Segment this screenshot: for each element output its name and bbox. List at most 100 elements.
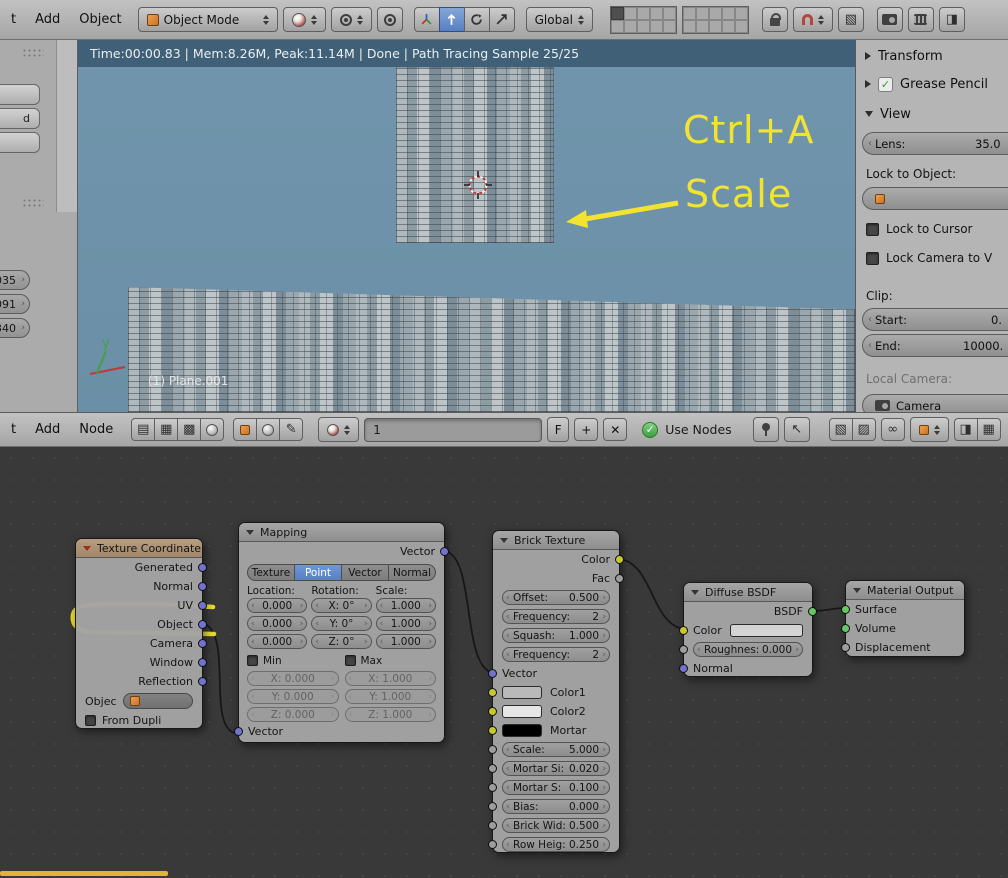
socket-row-height-in[interactable]: [488, 840, 497, 849]
parent-tree-button[interactable]: ↖: [783, 417, 810, 442]
socket-object[interactable]: [198, 620, 207, 629]
layer-toggle[interactable]: [682, 19, 696, 33]
lock-to-cursor-option[interactable]: Lock to Cursor: [866, 222, 972, 236]
socket-brick-width-in[interactable]: [488, 821, 497, 830]
layer-toggle[interactable]: [721, 19, 735, 33]
tree-type-button[interactable]: ▤: [131, 418, 156, 441]
socket-displacement-in[interactable]: [841, 643, 850, 652]
socket-mortar-smooth-in[interactable]: [488, 783, 497, 792]
rotation-z-field[interactable]: Z: 0°: [311, 634, 372, 649]
rotation-x-field[interactable]: X: 0°: [311, 598, 372, 613]
socket-camera[interactable]: [198, 639, 207, 648]
socket-brick-fac-out[interactable]: [615, 574, 624, 583]
socket-diffuse-color-in[interactable]: [679, 626, 688, 635]
panel-section-transform[interactable]: Transform: [856, 44, 1008, 68]
node-texture-coordinate[interactable]: Texture Coordinate Generated Normal UV O…: [75, 538, 207, 729]
header-icon-button[interactable]: ◨: [953, 418, 978, 441]
node-header-diffuse-bsdf[interactable]: Diffuse BSDF: [684, 583, 812, 602]
layer-toggle[interactable]: [662, 6, 676, 20]
node-brick-texture[interactable]: Brick Texture Color Fac Offset: 0.500 Fre…: [488, 530, 624, 853]
shelf-button[interactable]: d: [0, 108, 40, 129]
min-checkbox[interactable]: [247, 655, 258, 666]
node-diffuse-bsdf[interactable]: Diffuse BSDF BSDF Color Roughnes: 0.000 …: [679, 582, 817, 677]
tree-type-button[interactable]: ▦: [154, 418, 179, 441]
squash-field[interactable]: Squash: 1.000: [502, 628, 610, 643]
max-z-field[interactable]: Z: 1.000: [344, 707, 436, 722]
local-camera-selector[interactable]: Camera: [862, 394, 1008, 412]
node-mapping[interactable]: Mapping Vector Texture Point Vector Norm…: [234, 522, 449, 743]
use-nodes-checkbox[interactable]: [642, 421, 659, 438]
menu-object[interactable]: Object: [72, 12, 128, 27]
max-x-field[interactable]: X: 1.000: [344, 671, 436, 686]
snap-dropdown[interactable]: [792, 7, 833, 32]
orientation-dropdown[interactable]: Global: [525, 7, 593, 32]
mode-dropdown[interactable]: Object Mode: [137, 7, 278, 32]
node-material-output[interactable]: Material Output Surface Volume Displacem…: [841, 580, 965, 657]
lock-object-selector[interactable]: [862, 187, 1008, 210]
squash-frequency-field[interactable]: Frequency: 2: [502, 647, 610, 662]
socket-brick-vector-in[interactable]: [488, 669, 497, 678]
socket-color1-in[interactable]: [488, 688, 497, 697]
offset-field[interactable]: Offset: 0.500: [502, 590, 610, 605]
socket-mapping-vector-out[interactable]: [440, 547, 449, 556]
rotation-y-field[interactable]: Y: 0°: [311, 616, 372, 631]
layer-toggle[interactable]: [734, 19, 748, 33]
menu-select-fragment[interactable]: t: [4, 12, 23, 27]
socket-generated[interactable]: [198, 563, 207, 572]
socket-reflection[interactable]: [198, 677, 207, 686]
socket-window[interactable]: [198, 658, 207, 667]
clip-end-field[interactable]: End: 10000.: [862, 334, 1008, 357]
layer-toggle[interactable]: [682, 6, 696, 20]
socket-color2-in[interactable]: [488, 707, 497, 716]
bias-field[interactable]: Bias: 0.000: [502, 799, 610, 814]
mortar-size-field[interactable]: Mortar Si:0.020: [502, 761, 610, 776]
shelf-number-field[interactable]: 340: [0, 318, 30, 338]
panel-section-view[interactable]: View: [856, 102, 1008, 126]
shader-type-world-button[interactable]: [256, 418, 281, 441]
scale-x-field[interactable]: 1.000: [375, 598, 436, 613]
render-still-button[interactable]: [876, 7, 903, 32]
node-header-mapping[interactable]: Mapping: [239, 523, 444, 542]
header-icon-button[interactable]: ▦: [976, 418, 1001, 441]
tree-type-button[interactable]: [200, 418, 225, 441]
layer-toggle[interactable]: [623, 6, 637, 20]
material-browse-dropdown[interactable]: [318, 417, 360, 442]
node-header-brick-texture[interactable]: Brick Texture: [493, 531, 619, 550]
pivot-align-button[interactable]: [376, 7, 403, 32]
menu-select-fragment[interactable]: t: [4, 422, 23, 437]
pivot-dropdown[interactable]: [330, 7, 372, 32]
row-height-field[interactable]: Row Heig:0.250: [502, 837, 610, 852]
socket-normal[interactable]: [198, 582, 207, 591]
layer-toggle[interactable]: [636, 19, 650, 33]
lock-to-cursor-checkbox[interactable]: [866, 222, 879, 236]
link-button[interactable]: ∞: [880, 418, 905, 441]
location-z-field[interactable]: 0.000: [247, 634, 308, 649]
layer-toggle[interactable]: [734, 6, 748, 20]
collapse-icon[interactable]: [853, 587, 861, 593]
socket-bias-in[interactable]: [488, 802, 497, 811]
new-material-button[interactable]: +: [574, 418, 599, 441]
from-dupli-checkbox[interactable]: [85, 715, 96, 726]
unlink-material-button[interactable]: ✕: [603, 418, 628, 441]
scene-lock-button[interactable]: [761, 7, 788, 32]
layer-toggle[interactable]: [649, 6, 663, 20]
collapse-icon[interactable]: [83, 545, 91, 551]
shelf-number-field[interactable]: 091: [0, 294, 30, 314]
mapping-type-texture[interactable]: Texture: [247, 564, 295, 581]
panel-section-grease-pencil[interactable]: Grease Pencil: [856, 72, 1008, 96]
menu-node[interactable]: Node: [72, 422, 120, 437]
socket-mortar-in[interactable]: [488, 726, 497, 735]
shelf-button[interactable]: [0, 84, 40, 105]
scale-y-field[interactable]: 1.000: [375, 616, 436, 631]
snap-element-button[interactable]: ▧: [837, 7, 864, 32]
header-icon-button[interactable]: ▧: [828, 418, 853, 441]
mortar-smooth-field[interactable]: Mortar S: 0.100: [502, 780, 610, 795]
pin-button[interactable]: [752, 417, 779, 442]
lock-camera-option[interactable]: Lock Camera to V: [866, 251, 992, 265]
node-header-material-output[interactable]: Material Output: [846, 581, 964, 600]
socket-bsdf-out[interactable]: [808, 607, 817, 616]
header-extra-button[interactable]: ◨: [938, 7, 965, 32]
tree-type-button[interactable]: ▩: [177, 418, 202, 441]
material-name-field[interactable]: 1: [364, 417, 543, 442]
fake-user-button[interactable]: F: [547, 417, 570, 442]
